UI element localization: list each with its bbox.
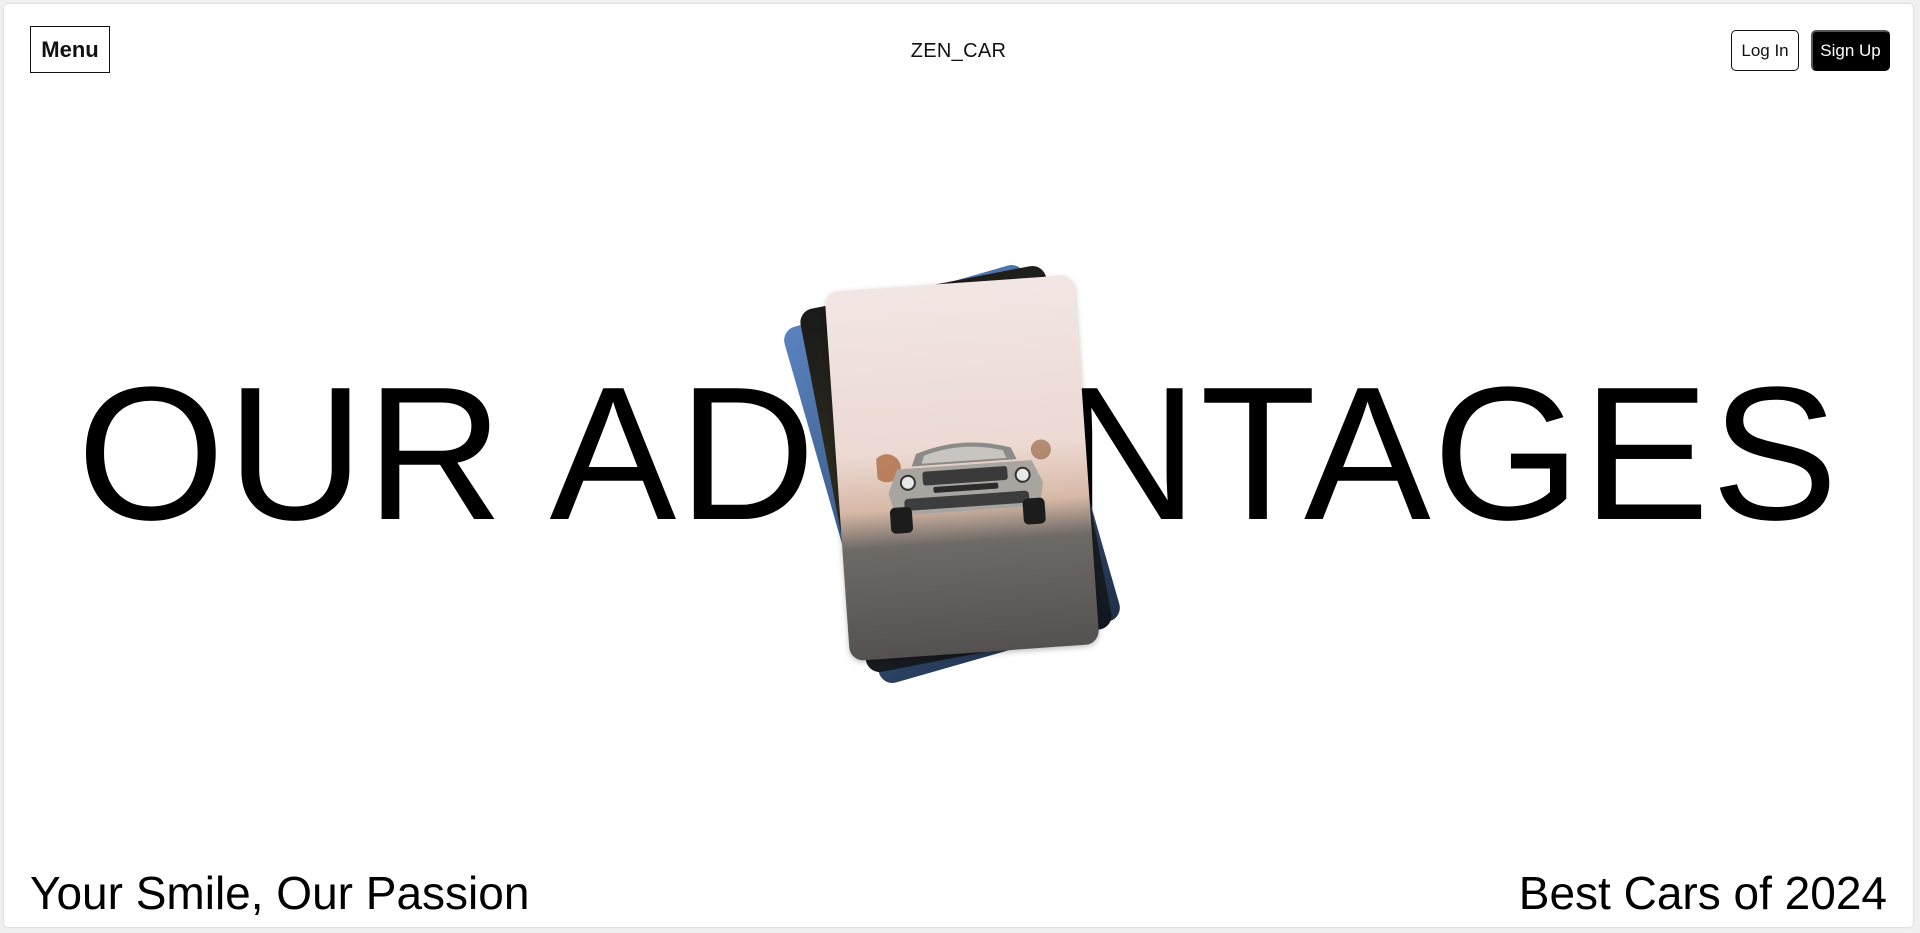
highlight-text: Best Cars of 2024	[1518, 867, 1887, 919]
car-photo-icon	[874, 439, 1051, 534]
car-photo-card[interactable]	[824, 274, 1100, 662]
signup-button[interactable]: Sign Up	[1811, 30, 1890, 71]
login-button[interactable]: Log In	[1731, 30, 1799, 71]
page-frame: Menu ZEN_CAR Log In Sign Up OUR ADVANTAG…	[4, 4, 1913, 927]
tagline: Your Smile, Our Passion	[30, 867, 530, 919]
photo-card-stack[interactable]	[780, 259, 1134, 687]
brand-logo-text[interactable]: ZEN_CAR	[4, 40, 1913, 63]
